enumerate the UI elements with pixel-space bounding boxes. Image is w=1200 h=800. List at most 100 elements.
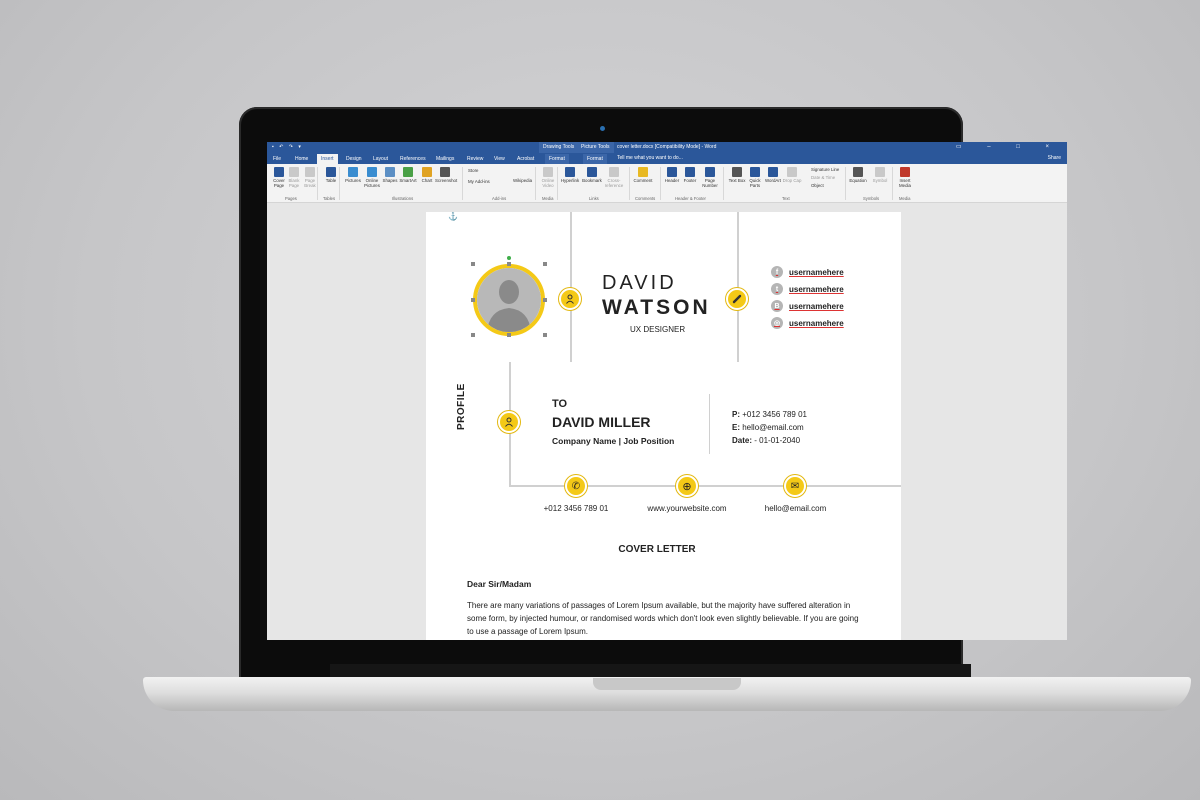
ribbon-group-label: Text [782, 196, 790, 201]
document-page[interactable]: ⚓ DAVID WATSON UX DESIGNER f usernameher… [426, 212, 901, 640]
tab-review[interactable]: Review [463, 154, 487, 164]
phone-label: P: [732, 410, 740, 419]
tab-acrobat[interactable]: Acrobat [513, 154, 538, 164]
ribbon-button-label: SmartArt [399, 178, 417, 183]
shapes-button[interactable]: Shapes [380, 167, 400, 183]
my-addins-button[interactable]: My Add-ins [468, 179, 490, 184]
equation-button[interactable]: Equation [848, 167, 868, 183]
hyperlink-icon [565, 167, 575, 177]
tab-mailings[interactable]: Mailings [432, 154, 458, 164]
resize-handle[interactable] [543, 333, 547, 337]
page-number-button[interactable]: Page Number [700, 167, 720, 188]
resize-handle[interactable] [471, 333, 475, 337]
avatar-icon [477, 268, 541, 332]
tab-insert[interactable]: Insert [317, 154, 338, 164]
insert-media-icon [900, 167, 910, 177]
social-handle[interactable]: usernamehere [789, 285, 844, 294]
table-button[interactable]: Table [321, 167, 341, 183]
social-handle[interactable]: usernamehere [789, 302, 844, 311]
title-bar: ▪ ↶ ↷ ▾ Drawing Tools Picture Tools cove… [267, 142, 1067, 153]
tab-home[interactable]: Home [291, 154, 312, 164]
resize-handle[interactable] [543, 298, 547, 302]
screenshot-button[interactable]: Screenshot [435, 167, 457, 183]
hyperlink-button[interactable]: Hyperlink [560, 167, 580, 183]
ribbon-button-label: Footer [683, 178, 697, 183]
vk-icon: B [771, 300, 783, 312]
header-button[interactable]: Header [662, 167, 682, 183]
text-box-button[interactable]: Text Box [727, 167, 747, 183]
pictures-icon [348, 167, 358, 177]
ribbon-group-label: Comments [635, 196, 656, 201]
tab-file[interactable]: File [269, 154, 285, 164]
online-pictures-button[interactable]: Online Pictures [362, 167, 382, 188]
ribbon-group-label: Header & Footer [675, 196, 706, 201]
letter-body[interactable]: There are many variations of passages of… [467, 599, 867, 638]
email-label: E: [732, 423, 740, 432]
quick-parts-button[interactable]: Quick Parts [745, 167, 765, 188]
tell-me-search[interactable]: Tell me what you want to do... [617, 155, 683, 161]
comment-button[interactable]: Comment [633, 167, 653, 183]
signature-line-button[interactable]: Signature Line [811, 167, 839, 172]
date-time-button[interactable]: Date & Time [811, 175, 835, 180]
resize-handle[interactable] [507, 262, 511, 266]
comment-icon [638, 167, 648, 177]
social-instagram[interactable]: ◎ usernamehere [771, 317, 844, 329]
smartart-button[interactable]: SmartArt [398, 167, 418, 183]
profile-photo[interactable] [473, 264, 545, 336]
tab-format-picture[interactable]: Format [583, 154, 607, 164]
shapes-icon [385, 167, 395, 177]
resize-handle[interactable] [507, 333, 511, 337]
chart-button[interactable]: Chart [417, 167, 437, 183]
tab-layout[interactable]: Layout [369, 154, 392, 164]
equation-icon [853, 167, 863, 177]
quick-access-toolbar[interactable]: ▪ ↶ ↷ ▾ [272, 144, 303, 150]
share-button[interactable]: Share [1048, 155, 1061, 161]
store-button[interactable]: Store [468, 168, 479, 173]
wikipedia-button[interactable]: Wikipedia [513, 178, 532, 183]
resize-handle[interactable] [471, 262, 475, 266]
online-video-button[interactable]: Online Video [538, 167, 558, 188]
ribbon-button-label: Quick Parts [749, 178, 761, 188]
rotate-handle[interactable] [507, 256, 511, 260]
ribbon-group-label: Media [899, 196, 911, 201]
ribbon-button-label: WordArt [764, 178, 782, 183]
drop-cap-button[interactable]: Drop Cap [782, 167, 802, 183]
blank-page-icon [289, 167, 299, 177]
ribbon-separator [629, 167, 630, 200]
link-icon [726, 288, 748, 310]
email-value: hello@email.com [742, 423, 804, 432]
insert-media-button[interactable]: Insert Media [895, 167, 915, 188]
tab-view[interactable]: View [490, 154, 509, 164]
social-handle[interactable]: usernamehere [789, 268, 844, 277]
social-twitter[interactable]: t usernamehere [771, 283, 844, 295]
ribbon-group-label: Media [542, 196, 554, 201]
bookmark-button[interactable]: Bookmark [582, 167, 602, 183]
resize-handle[interactable] [543, 262, 547, 266]
resize-handle[interactable] [471, 298, 475, 302]
date-value: - 01-01-2040 [754, 436, 801, 445]
footer-button[interactable]: Footer [680, 167, 700, 183]
cover-letter-title: COVER LETTER [618, 544, 696, 555]
wordart-button[interactable]: WordArt [763, 167, 783, 183]
tab-design[interactable]: Design [342, 154, 366, 164]
ribbon-separator [660, 167, 661, 200]
pictures-button[interactable]: Pictures [343, 167, 363, 183]
tab-references[interactable]: References [396, 154, 430, 164]
facebook-icon: f [771, 266, 783, 278]
ribbon-button-label: Hyperlink [560, 178, 580, 183]
ribbon-button-label: Chart [421, 178, 433, 183]
tab-format-drawing[interactable]: Format [545, 154, 569, 164]
ribbon-group-label: Illustrations [392, 196, 414, 201]
person-icon [559, 288, 581, 310]
drawing-tools-context: Drawing Tools [539, 142, 579, 153]
social-handle[interactable]: usernamehere [789, 319, 844, 328]
window-controls[interactable]: ▭ – □ × [956, 143, 1061, 150]
recipient-name: DAVID MILLER [552, 414, 651, 430]
table-icon [326, 167, 336, 177]
social-vk[interactable]: B usernamehere [771, 300, 844, 312]
ribbon-button-label: Bookmark [582, 178, 602, 183]
symbol-button[interactable]: Symbol [870, 167, 890, 183]
social-facebook[interactable]: f usernamehere [771, 266, 844, 278]
object-button[interactable]: Object [811, 183, 824, 188]
cross-reference-button[interactable]: Cross-reference [604, 167, 624, 188]
